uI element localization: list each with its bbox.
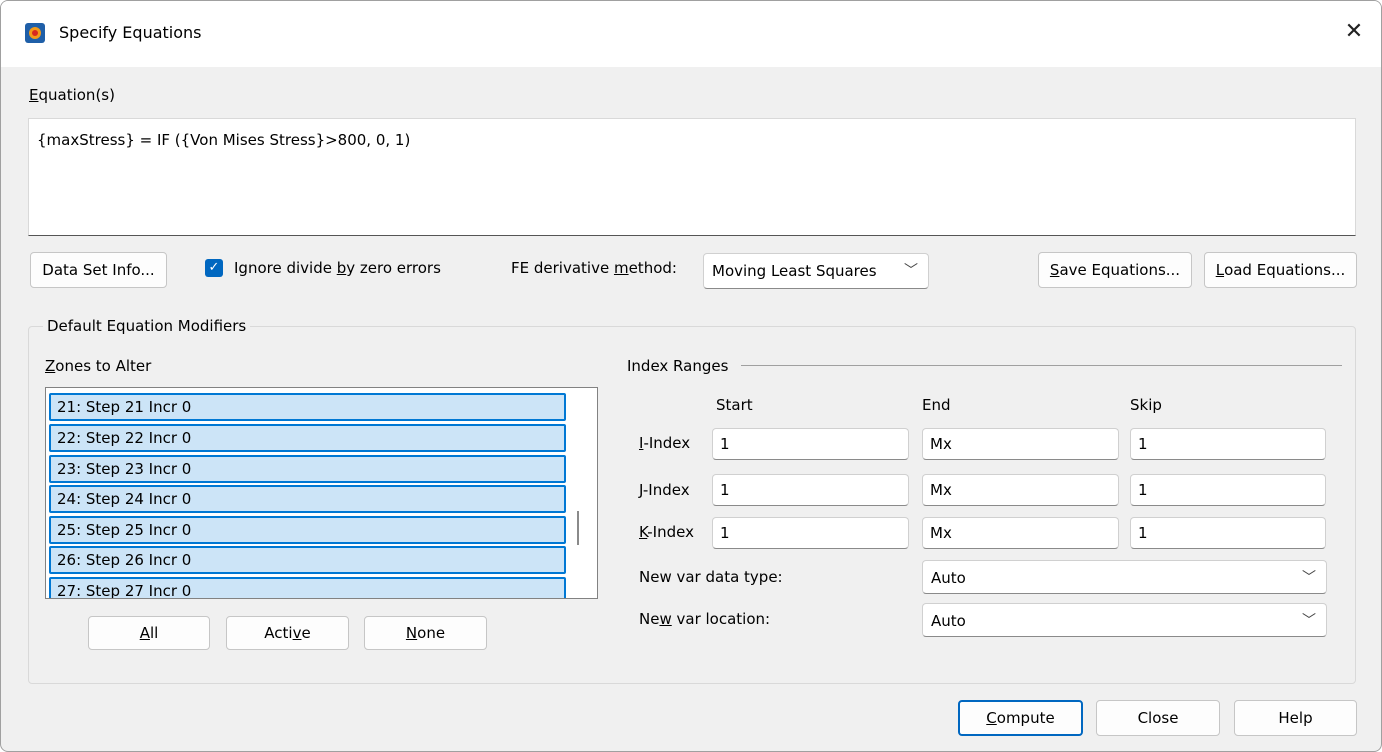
help-label: Help (1278, 709, 1313, 727)
skip-column-header: Skip (1130, 396, 1162, 414)
location-select[interactable]: Auto ﹀ (922, 603, 1327, 637)
list-item[interactable]: 23: Step 23 Incr 0 (49, 455, 566, 483)
k-start-field[interactable]: 1 (712, 517, 909, 549)
compute-label: ompute (996, 709, 1055, 727)
i-index-rest: -Index (643, 434, 691, 452)
zones-scrollbar-thumb[interactable] (577, 511, 579, 545)
list-item[interactable]: 21: Step 21 Incr 0 (49, 393, 566, 421)
zones-to-alter-label: Zones to Alter (45, 357, 151, 375)
fe-method-value: Moving Least Squares (712, 262, 877, 280)
load-label: oad Equations... (1224, 261, 1346, 279)
i-index-label: I-Index (639, 434, 690, 452)
start-column-header: Start (716, 396, 753, 414)
list-item[interactable]: 26: Step 26 Incr 0 (49, 546, 566, 574)
location-mnemonic: w (659, 610, 672, 628)
k-end-field[interactable]: Mx (922, 517, 1119, 549)
i-start-field[interactable]: 1 (712, 428, 909, 460)
list-item[interactable]: 27: Step 27 Incr 0 (49, 577, 566, 598)
equations-label-rest: quation(s) (38, 86, 115, 104)
ignore-divide-label-b: y zero errors (346, 259, 441, 277)
chevron-down-icon: ﹀ (904, 263, 918, 279)
ignore-divide-checkbox[interactable]: ✓ (205, 259, 223, 277)
active-mnemonic: v (292, 624, 302, 642)
save-equations-button[interactable]: Save Equations... (1038, 252, 1192, 288)
close-button[interactable]: Close (1096, 700, 1220, 736)
all-button[interactable]: All (88, 616, 210, 650)
i-end-field[interactable]: Mx (922, 428, 1119, 460)
ignore-divide-label-a: Ignore divide (234, 259, 337, 277)
end-column-header: End (922, 396, 951, 414)
default-modifiers-title: Default Equation Modifiers (43, 317, 251, 335)
help-button[interactable]: Help (1234, 700, 1357, 736)
data-type-select[interactable]: Auto ﹀ (922, 560, 1327, 594)
zones-label-rest: ones to Alter (55, 357, 152, 375)
location-label-a: Ne (639, 610, 660, 628)
j-skip-field[interactable]: 1 (1130, 474, 1326, 506)
k-skip-field[interactable]: 1 (1130, 517, 1326, 549)
k-index-label: K-Index (639, 523, 694, 541)
save-label: ave Equations... (1059, 261, 1181, 279)
fe-derivative-label: FE derivative method: (511, 259, 677, 277)
window-title: Specify Equations (59, 23, 202, 42)
fe-label-a: FE derivative (511, 259, 614, 277)
fe-label-b: ethod: (628, 259, 677, 277)
data-set-info-button[interactable]: Data Set Info... (30, 252, 167, 288)
zones-mnemonic: Z (45, 357, 56, 375)
equations-label: Equation(s) (29, 86, 115, 104)
location-label: New var location: (639, 610, 770, 628)
j-index-rest: -Index (642, 481, 690, 499)
all-label: ll (149, 624, 159, 642)
app-logo-icon (25, 23, 45, 43)
fe-derivative-method-select[interactable]: Moving Least Squares ﹀ (703, 253, 929, 289)
index-ranges-divider (741, 365, 1342, 366)
specify-equations-dialog: Specify Equations ✕ Equation(s) {maxStre… (0, 0, 1382, 752)
j-index-label: J-Index (639, 481, 690, 499)
load-mnemonic: L (1215, 261, 1225, 279)
active-label-b: e (301, 624, 311, 642)
active-label-a: Acti (264, 624, 293, 642)
equations-textarea[interactable]: {maxStress} = IF ({Von Mises Stress}>800… (28, 118, 1356, 236)
chevron-down-icon: ﹀ (1302, 570, 1316, 586)
title-bar: Specify Equations ✕ (1, 1, 1381, 67)
list-item[interactable]: 24: Step 24 Incr 0 (49, 485, 566, 513)
ignore-divide-label[interactable]: Ignore divide by zero errors (234, 259, 441, 277)
i-skip-field[interactable]: 1 (1130, 428, 1326, 460)
load-equations-button[interactable]: Load Equations... (1204, 252, 1357, 288)
equation-text: {maxStress} = IF ({Von Mises Stress}>800… (37, 131, 411, 149)
compute-mnemonic: C (986, 709, 997, 727)
close-label: Close (1137, 709, 1179, 727)
k-index-rest: -Index (647, 523, 694, 541)
ignore-divide-mnemonic: b (336, 259, 347, 277)
none-label: one (417, 624, 446, 642)
none-button[interactable]: None (364, 616, 487, 650)
save-mnemonic: S (1049, 261, 1060, 279)
data-type-value: Auto (931, 569, 966, 587)
chevron-down-icon: ﹀ (1302, 613, 1316, 629)
j-start-field[interactable]: 1 (712, 474, 909, 506)
list-item[interactable]: 25: Step 25 Incr 0 (49, 516, 566, 544)
all-mnemonic: A (139, 624, 150, 642)
data-type-label: New var data type: (639, 568, 783, 586)
zones-list[interactable]: 21: Step 21 Incr 0 22: Step 22 Incr 0 23… (45, 387, 598, 599)
list-item[interactable]: 22: Step 22 Incr 0 (49, 424, 566, 452)
active-button[interactable]: Acti v e (226, 616, 349, 650)
data-set-info-label: Data Set Info... (42, 261, 155, 279)
j-end-field[interactable]: Mx (922, 474, 1119, 506)
none-mnemonic: N (405, 624, 418, 642)
fe-label-mnemonic: m (613, 259, 629, 277)
index-ranges-title: Index Ranges (627, 357, 729, 375)
location-label-b: var location: (671, 610, 771, 628)
location-value: Auto (931, 612, 966, 630)
compute-button[interactable]: Compute (958, 700, 1083, 736)
close-icon[interactable]: ✕ (1337, 15, 1371, 49)
